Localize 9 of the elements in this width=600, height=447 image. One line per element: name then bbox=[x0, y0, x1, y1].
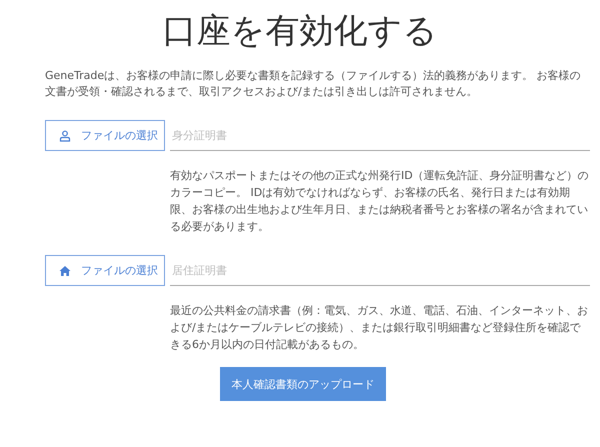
user-icon bbox=[59, 130, 71, 142]
choose-file-button[interactable]: ファイルの選択 bbox=[45, 255, 165, 286]
home-icon bbox=[59, 264, 71, 276]
document-description: 最近の公共料金の請求書（例：電気、ガス、水道、電話、石油、インターネット、および/またはケーブルテレビの接続）、または銀行取引明細書など登録住所を確認できる6か月以内の日付記載があるもの。 bbox=[170, 303, 589, 353]
intro-text: GeneTradeは、お客様の申請に際し必要な書類を記録する（ファイルする）法的義務があります。 お客様の文書が受領・確認されるまで、取引アクセスおよび/または引き出しは許可されません。 bbox=[45, 68, 582, 100]
upload-button[interactable]: 本人確認書類のアップロード bbox=[220, 367, 386, 401]
document-description: 有効なパスポートまたはその他の正式な州発行ID（運転免許証、身分証明書など）のカラーコピー。 IDは有効でなければならず、お客様の氏名、発行日または有効期限、お客様の出生地および生年月日、または納税者番号とお客様の署名が含まれている必要があります。 bbox=[170, 168, 590, 235]
choose-file-button[interactable]: ファイルの選択 bbox=[45, 120, 165, 151]
page-title: 口座を有効化する bbox=[162, 10, 438, 53]
